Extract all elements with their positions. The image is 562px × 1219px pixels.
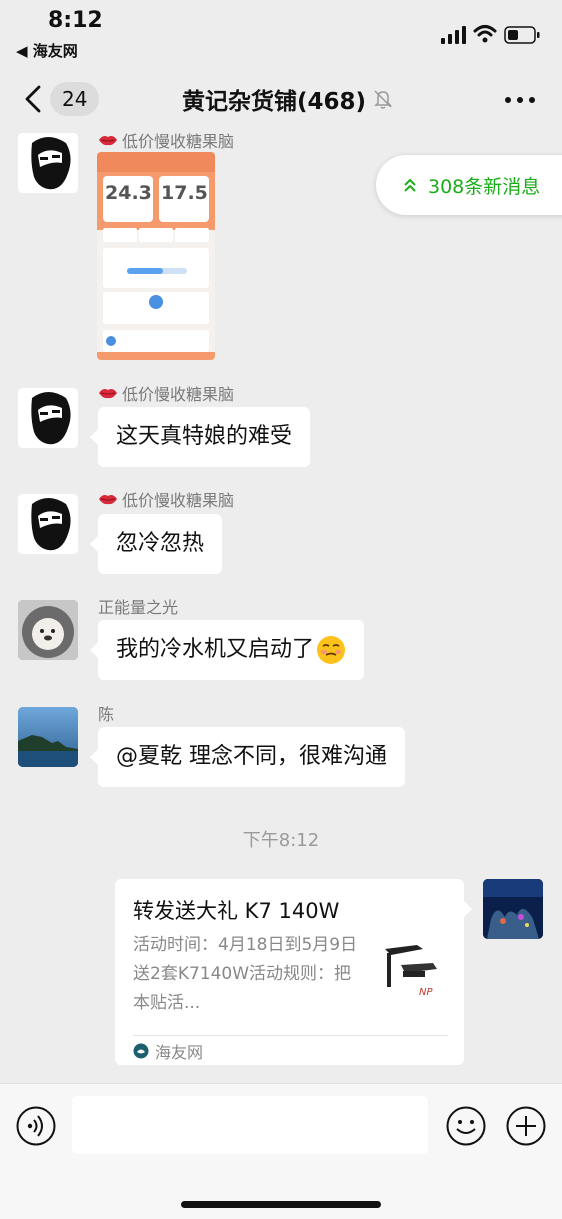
- source-logo-icon: [133, 1043, 149, 1059]
- sender-name: 陈: [98, 701, 114, 725]
- more-options-icon[interactable]: [504, 96, 536, 104]
- battery-icon: [504, 26, 540, 44]
- message-bubble[interactable]: 我的冷水机又启动了: [89, 620, 365, 680]
- chat-header: 24 黄记杂货铺(468): [0, 70, 562, 130]
- svg-text:NP: NP: [419, 987, 433, 998]
- new-messages-label: 308条新消息: [428, 175, 541, 198]
- screenshot-value-right: 17.5: [161, 182, 208, 204]
- mute-bell-icon: [374, 90, 392, 109]
- pet-photo-icon: [18, 600, 78, 660]
- sender-name-text: 低价慢收糖果脑: [122, 491, 235, 510]
- landscape-photo-icon: [18, 707, 78, 767]
- sender-name-text: 低价慢收糖果脑: [122, 132, 235, 151]
- message-text: 我的冷水机又启动了: [116, 637, 315, 662]
- lips-emoji-icon: [99, 389, 117, 399]
- avatar-sender-5[interactable]: [18, 707, 78, 767]
- card-divider: [133, 1035, 448, 1036]
- avatar-sender-1[interactable]: [18, 133, 78, 193]
- face-illustration-icon: [18, 494, 78, 554]
- message-input[interactable]: [72, 1096, 428, 1154]
- card-source-text: 海友网: [155, 1043, 204, 1062]
- message-timestamp: 下午8:12: [242, 830, 320, 851]
- sender-name: 正能量之光: [98, 594, 178, 618]
- new-messages-pill[interactable]: 308条新消息: [376, 155, 562, 215]
- image-message[interactable]: 24.3 17.5: [97, 152, 215, 360]
- screenshot-value-left: 24.3: [105, 182, 152, 204]
- shared-link-card[interactable]: 转发送大礼 K7 140W 活动时间：4月18日到5月9日送2套K7140W活动…: [115, 879, 472, 1065]
- message-bubble[interactable]: @夏乾 理念不同，很难沟通: [90, 727, 405, 787]
- face-illustration-icon: [18, 388, 78, 448]
- sender-name-text: 陈: [98, 705, 115, 724]
- product-lamp-thumbnail: NP: [377, 937, 447, 1007]
- message-bubble[interactable]: 这天真特娘的难受: [89, 407, 311, 467]
- plus-icon[interactable]: [506, 1106, 546, 1146]
- avatar-sender-3[interactable]: [18, 494, 78, 554]
- cellular-signal-icon: [441, 26, 466, 44]
- double-chevron-up-icon: [404, 178, 416, 192]
- sender-name-text: 低价慢收糖果脑: [122, 385, 235, 404]
- sender-name: 低价慢收糖果脑: [98, 381, 234, 405]
- card-description: 活动时间：4月18日到5月9日送2套K7140W活动规则：把本贴活...: [133, 935, 358, 1013]
- status-bar: 8:12 ◀ 海友网: [0, 0, 562, 70]
- back-chevron-icon[interactable]: [22, 84, 44, 114]
- chat-title-wrap: 黄记杂货铺(468): [182, 82, 394, 116]
- sender-name: 低价慢收糖果脑: [98, 487, 234, 511]
- message-text: @夏乾 理念不同，很难沟通: [116, 744, 387, 769]
- status-time: 8:12: [48, 8, 103, 33]
- message-text: 忽冷忽热: [116, 531, 205, 556]
- sender-name-text: 正能量之光: [98, 598, 179, 617]
- chat-title: 黄记杂货铺(468): [182, 89, 367, 115]
- voice-input-icon[interactable]: [16, 1106, 56, 1146]
- card-title: 转发送大礼 K7 140W: [133, 899, 340, 923]
- avatar-sender-2[interactable]: [18, 388, 78, 448]
- emoji-icon[interactable]: [446, 1106, 486, 1146]
- sender-name: 低价慢收糖果脑: [98, 128, 234, 152]
- back-to-app-link[interactable]: ◀ 海友网: [16, 40, 78, 61]
- smirk-face-emoji-icon: [317, 636, 346, 664]
- wifi-icon: [473, 25, 497, 43]
- face-illustration-icon: [18, 133, 78, 193]
- chat-input-bar: [0, 1083, 562, 1219]
- message-text: 这天真特娘的难受: [116, 424, 293, 449]
- avatar-self[interactable]: [483, 879, 543, 939]
- card-source: 海友网: [133, 1039, 203, 1063]
- lips-emoji-icon: [99, 136, 117, 146]
- message-bubble[interactable]: 忽冷忽热: [89, 514, 223, 574]
- unread-count-badge[interactable]: 24: [50, 82, 100, 116]
- avatar-sender-4[interactable]: [18, 600, 78, 660]
- lips-emoji-icon: [99, 495, 117, 505]
- aquarium-photo-icon: [483, 879, 543, 939]
- home-indicator: [181, 1201, 381, 1208]
